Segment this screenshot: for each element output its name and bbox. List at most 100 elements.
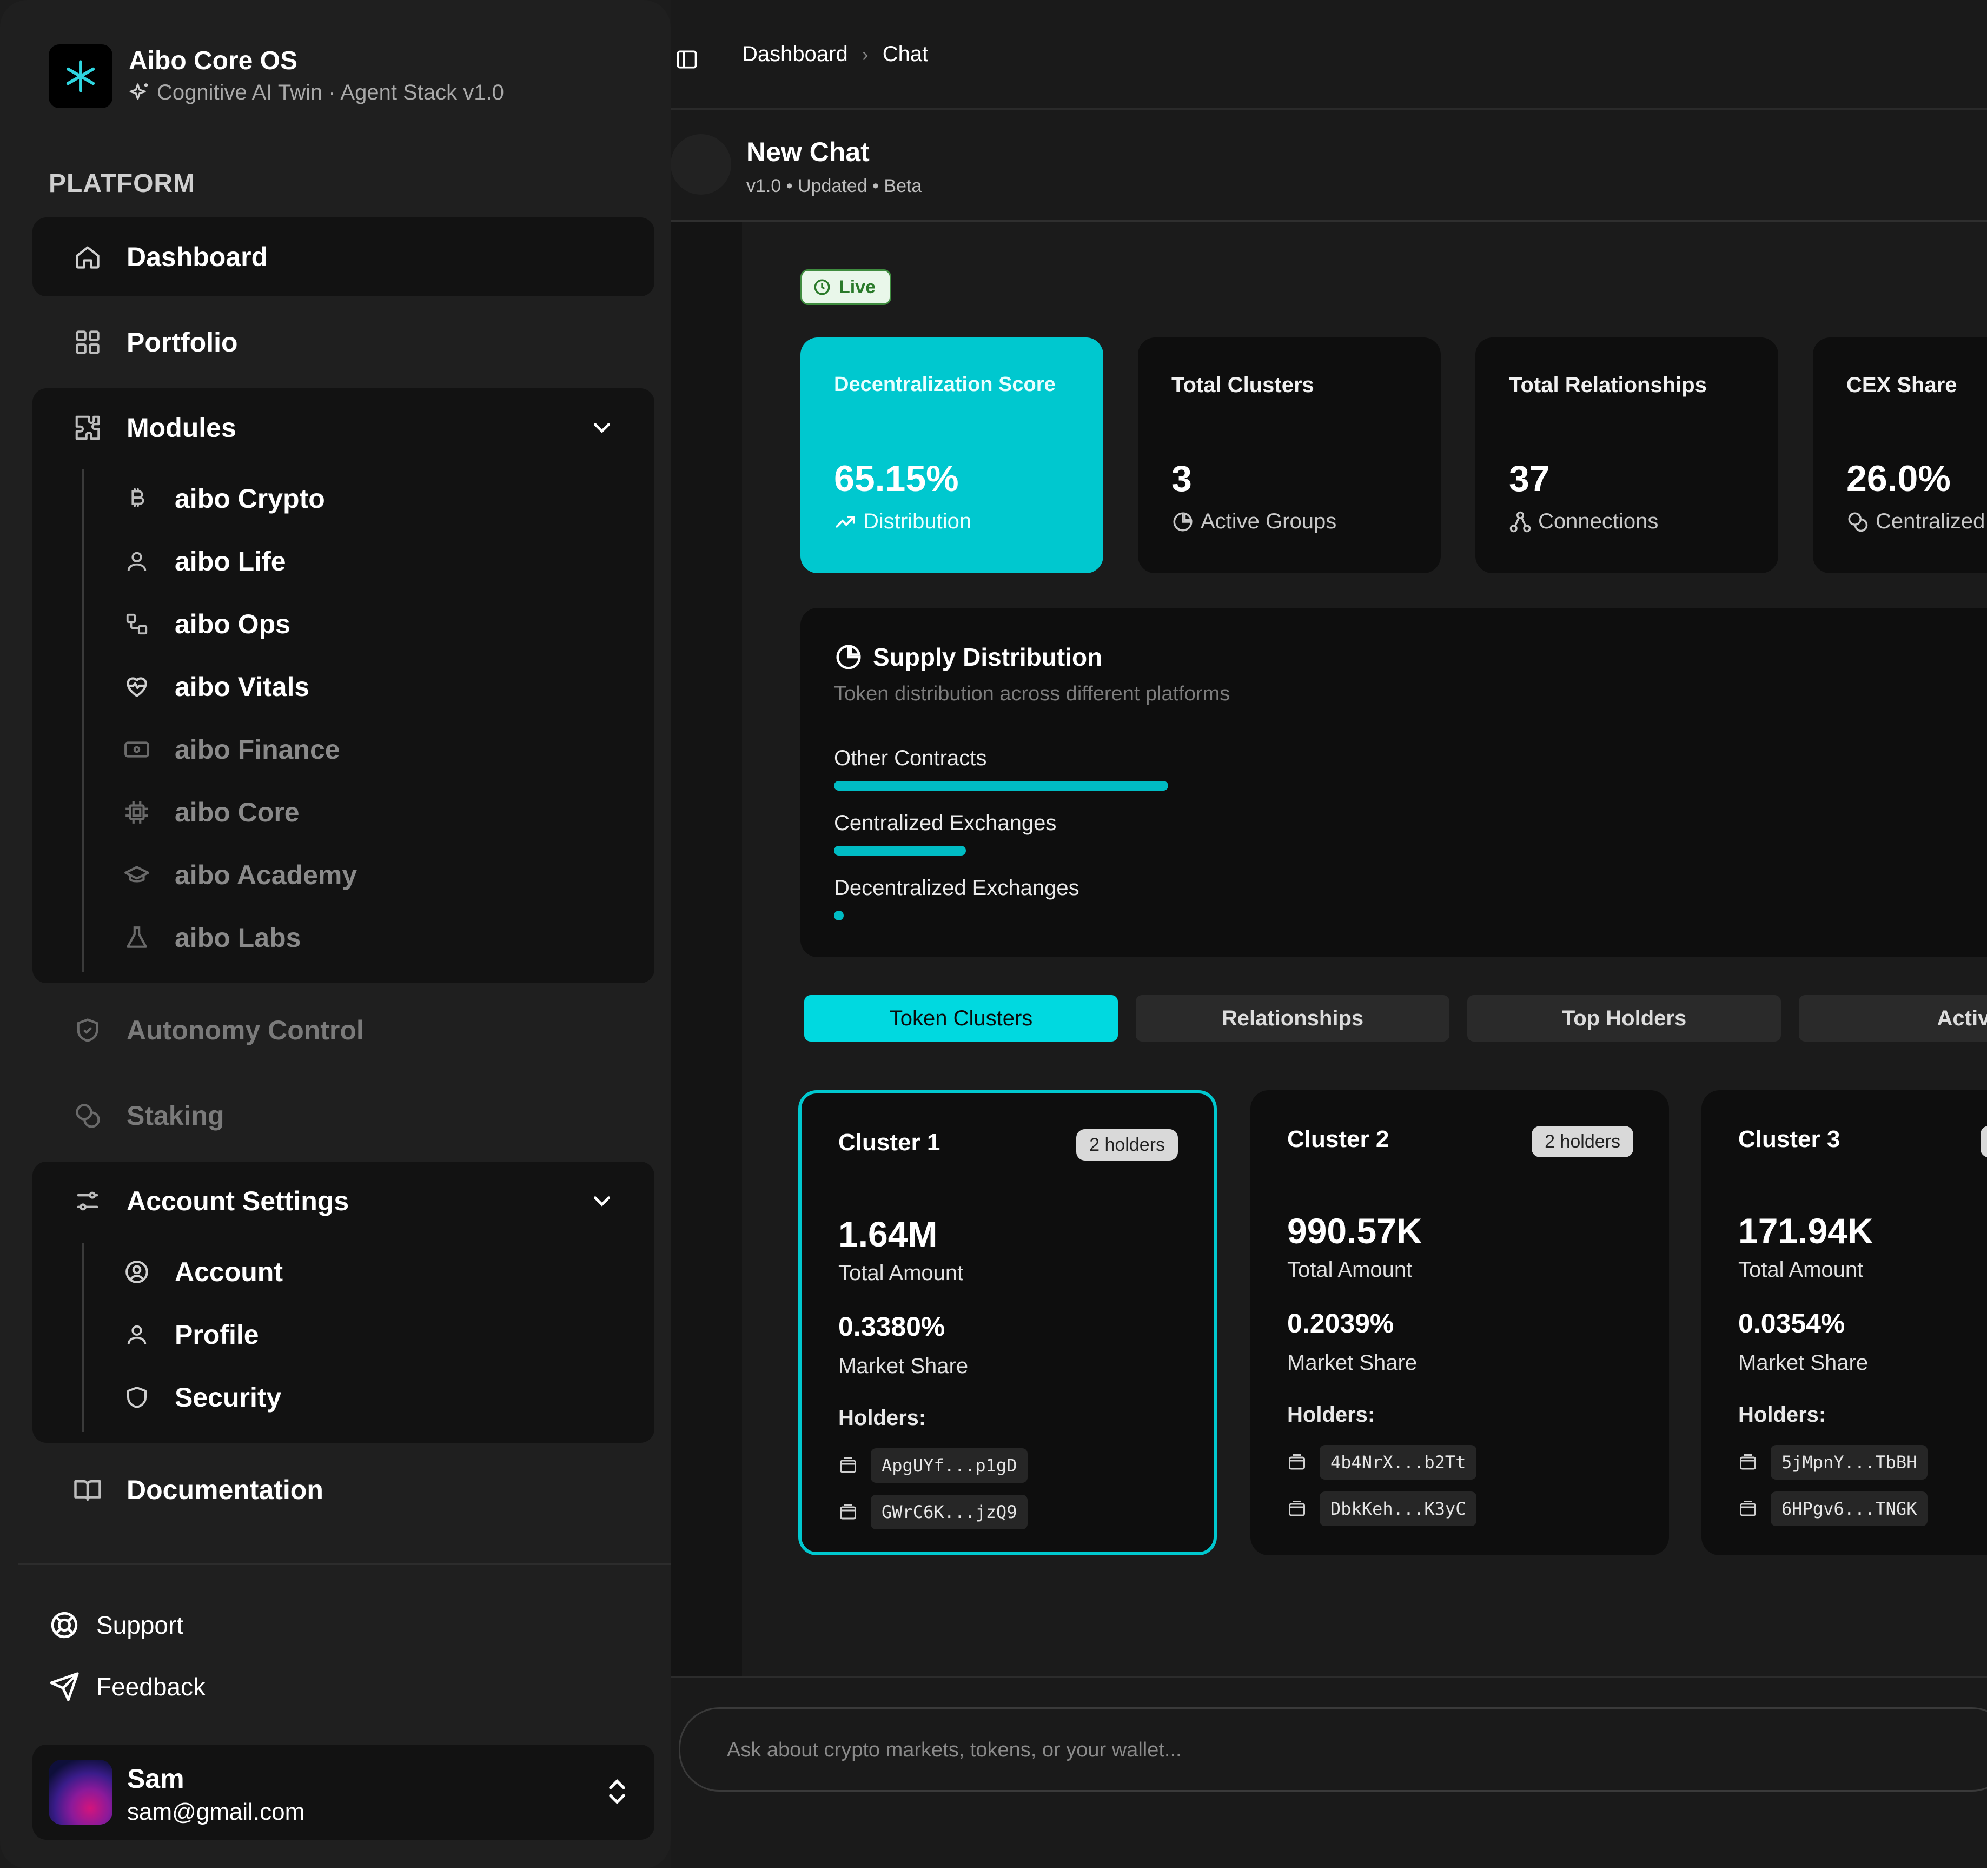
stat-total-clusters: Total Clusters 3 Active Groups bbox=[1138, 337, 1441, 573]
holder-address: DbkKeh...K3yC bbox=[1320, 1491, 1477, 1526]
feedback-link[interactable]: Feedback bbox=[49, 1671, 206, 1702]
avatar bbox=[49, 1760, 112, 1825]
cluster-amount: 990.57K bbox=[1287, 1211, 1422, 1251]
sidebar-item-aibo-finance[interactable]: aibo Finance bbox=[122, 722, 340, 777]
holder-address: ApgUYf...p1gD bbox=[871, 1448, 1028, 1483]
holder-row[interactable]: 4b4NrX...b2Tt bbox=[1287, 1445, 1477, 1480]
account-settings-panel: Account Settings Account Profile Securit… bbox=[32, 1162, 654, 1443]
wallet-icon bbox=[1289, 1501, 1305, 1516]
cluster-card-1[interactable]: Cluster 1 2 holders 1.64M Total Amount 0… bbox=[798, 1090, 1217, 1555]
holders-badge bbox=[1981, 1126, 1987, 1157]
cluster-name: Cluster 1 bbox=[838, 1129, 940, 1156]
cluster-card-3[interactable]: Cluster 3 171.94K Total Amount 0.0354% M… bbox=[1701, 1090, 1987, 1555]
bar-label: Decentralized Exchanges bbox=[834, 876, 1079, 900]
shield-check-icon bbox=[71, 1014, 104, 1046]
sidebar-item-staking[interactable]: Staking bbox=[32, 1076, 654, 1155]
wallet-icon bbox=[1289, 1454, 1305, 1470]
cluster-share-label: Market Share bbox=[1738, 1351, 1869, 1375]
chat-title: New Chat bbox=[746, 137, 870, 167]
stat-cex-share: CEX Share 26.0% Centralized bbox=[1813, 337, 1987, 573]
sidebar: Aibo Core OS Cognitive AI Twin · Agent S… bbox=[0, 0, 671, 1868]
sparkles-icon bbox=[129, 83, 148, 100]
wallet-icon bbox=[1740, 1501, 1756, 1516]
life-buoy-icon bbox=[51, 1612, 78, 1639]
cluster-share-label: Market Share bbox=[838, 1354, 969, 1378]
user-circle-icon bbox=[122, 1257, 152, 1287]
breadcrumb: Dashboard › Chat bbox=[742, 42, 928, 67]
modules-panel: Modules aibo Crypto aibo Life aibo Ops a… bbox=[32, 388, 654, 983]
breadcrumb-dashboard[interactable]: Dashboard bbox=[742, 42, 848, 67]
sidebar-item-autonomy-control[interactable]: Autonomy Control bbox=[32, 991, 654, 1070]
holder-address: 5jMpnY...TbBH bbox=[1771, 1445, 1928, 1480]
modules-toggle[interactable]: Modules bbox=[32, 388, 654, 467]
sidebar-item-aibo-ops[interactable]: aibo Ops bbox=[122, 597, 290, 651]
sidebar-item-aibo-labs[interactable]: aibo Labs bbox=[122, 911, 301, 965]
chat-meta: v1.0 • Updated • Beta bbox=[746, 176, 922, 196]
sidebar-item-aibo-crypto[interactable]: aibo Crypto bbox=[122, 472, 325, 526]
stat-title: CEX Share bbox=[1846, 373, 1957, 397]
holder-row[interactable]: DbkKeh...K3yC bbox=[1287, 1491, 1477, 1526]
feedback-label: Feedback bbox=[96, 1673, 206, 1701]
sidebar-item-profile[interactable]: Profile bbox=[122, 1308, 259, 1362]
stat-value: 26.0% bbox=[1846, 458, 1951, 499]
user-icon bbox=[122, 1320, 152, 1350]
account-settings-toggle[interactable]: Account Settings bbox=[32, 1162, 654, 1241]
cluster-card-2[interactable]: Cluster 2 2 holders 990.57K Total Amount… bbox=[1250, 1090, 1669, 1555]
trending-up-icon bbox=[836, 515, 855, 528]
sliders-icon bbox=[71, 1185, 104, 1217]
chevron-down-icon bbox=[594, 423, 610, 433]
holders-label: Holders: bbox=[1287, 1403, 1375, 1427]
support-link[interactable]: Support bbox=[49, 1609, 183, 1641]
sidebar-item-aibo-vitals[interactable]: aibo Vitals bbox=[122, 660, 309, 714]
stat-title: Total Clusters bbox=[1171, 373, 1314, 397]
sidebar-toggle-icon[interactable] bbox=[675, 48, 699, 71]
sidebar-item-account[interactable]: Account bbox=[122, 1245, 283, 1299]
sidebar-item-label: aibo Life bbox=[175, 546, 286, 576]
book-open-icon bbox=[71, 1474, 104, 1506]
holder-row[interactable]: GWrC6K...jzQ9 bbox=[838, 1495, 1028, 1529]
stat-value: 65.15% bbox=[834, 458, 959, 499]
sidebar-item-portfolio[interactable]: Portfolio bbox=[32, 303, 654, 382]
clock-icon bbox=[814, 279, 830, 295]
cluster-amount-label: Total Amount bbox=[1738, 1258, 1864, 1282]
sidebar-item-label: aibo Core bbox=[175, 797, 300, 827]
stat-title: Total Relationships bbox=[1509, 373, 1707, 397]
cluster-name: Cluster 3 bbox=[1738, 1126, 1840, 1152]
sidebar-item-label: Documentation bbox=[127, 1475, 323, 1505]
chat-input[interactable] bbox=[726, 1731, 1918, 1769]
sidebar-item-aibo-core[interactable]: aibo Core bbox=[122, 785, 300, 839]
chat-avatar bbox=[671, 134, 731, 195]
tab-relationships[interactable]: Relationships bbox=[1136, 995, 1449, 1042]
holder-row[interactable]: ApgUYf...p1gD bbox=[838, 1448, 1028, 1483]
stat-sub: Centralized bbox=[1876, 509, 1985, 533]
holder-row[interactable]: 5jMpnY...TbBH bbox=[1738, 1445, 1928, 1480]
sidebar-item-security[interactable]: Security bbox=[122, 1370, 281, 1424]
stat-sub: Distribution bbox=[863, 509, 972, 533]
puzzle-icon bbox=[71, 412, 104, 444]
holder-address: 4b4NrX...b2Tt bbox=[1320, 1445, 1477, 1480]
banknote-icon bbox=[122, 734, 152, 765]
tab-token-clusters[interactable]: Token Clusters bbox=[804, 995, 1118, 1042]
tab-top-holders[interactable]: Top Holders bbox=[1467, 995, 1781, 1042]
coins-icon bbox=[71, 1099, 104, 1132]
cluster-share-label: Market Share bbox=[1287, 1351, 1418, 1375]
sidebar-item-dashboard[interactable]: Dashboard bbox=[32, 217, 654, 296]
user-menu[interactable]: Sam sam@gmail.com bbox=[32, 1745, 654, 1840]
sidebar-item-label: Portfolio bbox=[127, 327, 238, 357]
sidebar-item-documentation[interactable]: Documentation bbox=[32, 1450, 654, 1529]
holder-address: GWrC6K...jzQ9 bbox=[871, 1495, 1028, 1529]
sidebar-item-aibo-life[interactable]: aibo Life bbox=[122, 534, 286, 588]
holder-row[interactable]: 6HPgv6...TNGK bbox=[1738, 1491, 1928, 1526]
brand-title: Aibo Core OS bbox=[129, 47, 298, 75]
chat-input-wrapper bbox=[679, 1707, 1987, 1792]
account-settings-label: Account Settings bbox=[127, 1186, 349, 1216]
brand[interactable]: Aibo Core OS Cognitive AI Twin · Agent S… bbox=[49, 44, 504, 108]
sidebar-item-aibo-academy[interactable]: aibo Academy bbox=[122, 848, 357, 902]
user-email: sam@gmail.com bbox=[127, 1799, 305, 1825]
holders-label: Holders: bbox=[1738, 1403, 1826, 1427]
tab-activity[interactable]: Activity bbox=[1799, 995, 1987, 1042]
heart-pulse-icon bbox=[122, 672, 152, 702]
stat-value: 3 bbox=[1171, 458, 1192, 499]
shield-icon bbox=[122, 1382, 152, 1413]
chevron-down-icon bbox=[594, 1196, 610, 1207]
